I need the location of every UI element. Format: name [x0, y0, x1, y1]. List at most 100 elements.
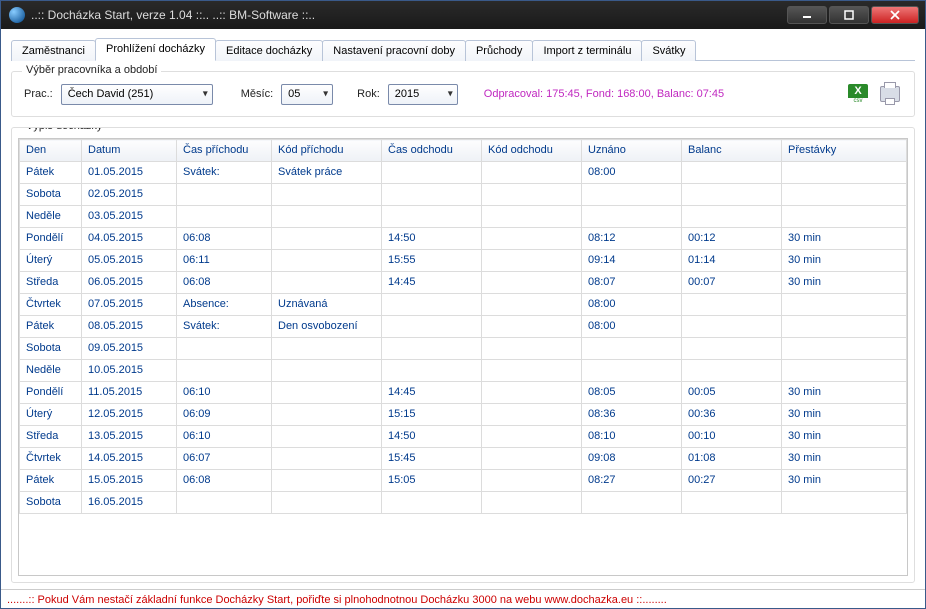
- cell-den: Čtvrtek: [20, 294, 82, 316]
- cell-den: Úterý: [20, 250, 82, 272]
- cell-balanc: [682, 492, 782, 514]
- app-icon: [9, 7, 25, 23]
- col-cas-odchodu[interactable]: Čas odchodu: [382, 140, 482, 162]
- tab-pruchody[interactable]: Průchody: [465, 40, 533, 61]
- table-row[interactable]: Středa13.05.201506:1014:5008:1000:1030 m…: [20, 426, 907, 448]
- cell-uznano: [582, 184, 682, 206]
- cell-cas-odchodu: 15:45: [382, 448, 482, 470]
- cell-kod-odchodu: [482, 360, 582, 382]
- col-prestavky[interactable]: Přestávky: [782, 140, 907, 162]
- table-row[interactable]: Neděle03.05.2015: [20, 206, 907, 228]
- close-button[interactable]: [871, 6, 919, 24]
- table-row[interactable]: Pondělí11.05.201506:1014:4508:0500:0530 …: [20, 382, 907, 404]
- table-row[interactable]: Čtvrtek07.05.2015Absence:Uznávaná08:00: [20, 294, 907, 316]
- col-den[interactable]: Den: [20, 140, 82, 162]
- cell-balanc: [682, 316, 782, 338]
- cell-uznano: 08:00: [582, 294, 682, 316]
- cell-kod-prichodu: [272, 448, 382, 470]
- cell-kod-prichodu: [272, 206, 382, 228]
- col-datum[interactable]: Datum: [82, 140, 177, 162]
- minimize-icon: [802, 10, 812, 20]
- table-row[interactable]: Sobota02.05.2015: [20, 184, 907, 206]
- cell-den: Sobota: [20, 492, 82, 514]
- cell-datum: 05.05.2015: [82, 250, 177, 272]
- col-balanc[interactable]: Balanc: [682, 140, 782, 162]
- print-button[interactable]: [878, 82, 902, 106]
- cell-kod-odchodu: [482, 404, 582, 426]
- year-label: Rok:: [357, 88, 380, 100]
- tab-prohlizeni[interactable]: Prohlížení docházky: [95, 38, 216, 61]
- col-uznano[interactable]: Uznáno: [582, 140, 682, 162]
- table-row[interactable]: Neděle10.05.2015: [20, 360, 907, 382]
- export-csv-button[interactable]: [846, 82, 870, 106]
- cell-cas-odchodu: [382, 162, 482, 184]
- cell-kod-prichodu: [272, 470, 382, 492]
- table-row[interactable]: Úterý12.05.201506:0915:1508:3600:3630 mi…: [20, 404, 907, 426]
- table-row[interactable]: Pátek01.05.2015Svátek:Svátek práce08:00: [20, 162, 907, 184]
- table-row[interactable]: Středa06.05.201506:0814:4508:0700:0730 m…: [20, 272, 907, 294]
- cell-cas-prichodu: 06:09: [177, 404, 272, 426]
- cell-kod-odchodu: [482, 294, 582, 316]
- tab-svatky[interactable]: Svátky: [641, 40, 696, 61]
- client-area: Zaměstnanci Prohlížení docházky Editace …: [1, 29, 925, 589]
- cell-prestavky: 30 min: [782, 228, 907, 250]
- worker-label: Prac.:: [24, 88, 53, 100]
- maximize-button[interactable]: [829, 6, 869, 24]
- cell-cas-odchodu: [382, 206, 482, 228]
- cell-den: Pondělí: [20, 382, 82, 404]
- month-select-value: 05: [288, 88, 300, 100]
- cell-prestavky: 30 min: [782, 382, 907, 404]
- tab-label: Prohlížení docházky: [106, 43, 205, 55]
- cell-cas-prichodu: Svátek:: [177, 316, 272, 338]
- table-header-row: Den Datum Čas příchodu Kód příchodu Čas …: [20, 140, 907, 162]
- cell-balanc: 01:14: [682, 250, 782, 272]
- cell-kod-odchodu: [482, 272, 582, 294]
- cell-balanc: 01:08: [682, 448, 782, 470]
- cell-uznano: 08:10: [582, 426, 682, 448]
- cell-datum: 04.05.2015: [82, 228, 177, 250]
- tab-label: Průchody: [476, 45, 522, 57]
- col-kod-odchodu[interactable]: Kód odchodu: [482, 140, 582, 162]
- cell-kod-prichodu: [272, 404, 382, 426]
- col-kod-prichodu[interactable]: Kód příchodu: [272, 140, 382, 162]
- cell-kod-prichodu: Svátek práce: [272, 162, 382, 184]
- table-wrap: Den Datum Čas příchodu Kód příchodu Čas …: [18, 138, 908, 576]
- titlebar[interactable]: ..:: Docházka Start, verze 1.04 ::.. ..:…: [1, 1, 925, 29]
- cell-cas-odchodu: 15:55: [382, 250, 482, 272]
- cell-cas-odchodu: [382, 338, 482, 360]
- cell-cas-odchodu: 14:50: [382, 426, 482, 448]
- tab-editace[interactable]: Editace docházky: [215, 40, 323, 61]
- year-select[interactable]: 2015: [388, 84, 458, 105]
- cell-cas-prichodu: 06:07: [177, 448, 272, 470]
- table-row[interactable]: Úterý05.05.201506:1115:5509:1401:1430 mi…: [20, 250, 907, 272]
- tab-import[interactable]: Import z terminálu: [532, 40, 642, 61]
- cell-uznano: 08:00: [582, 162, 682, 184]
- minimize-button[interactable]: [787, 6, 827, 24]
- table-row[interactable]: Čtvrtek14.05.201506:0715:4509:0801:0830 …: [20, 448, 907, 470]
- month-select[interactable]: 05: [281, 84, 333, 105]
- cell-kod-odchodu: [482, 492, 582, 514]
- cell-uznano: [582, 206, 682, 228]
- cell-cas-prichodu: 06:08: [177, 228, 272, 250]
- cell-cas-prichodu: [177, 206, 272, 228]
- window-title: ..:: Docházka Start, verze 1.04 ::.. ..:…: [31, 8, 785, 22]
- year-select-value: 2015: [395, 88, 419, 100]
- table-row[interactable]: Pondělí04.05.201506:0814:5008:1200:1230 …: [20, 228, 907, 250]
- table-row[interactable]: Sobota09.05.2015: [20, 338, 907, 360]
- table-row[interactable]: Pátek15.05.201506:0815:0508:2700:2730 mi…: [20, 470, 907, 492]
- table-row[interactable]: Sobota16.05.2015: [20, 492, 907, 514]
- tab-label: Nastavení pracovní doby: [333, 45, 455, 57]
- cell-kod-odchodu: [482, 184, 582, 206]
- worker-select[interactable]: Čech David (251): [61, 84, 213, 105]
- cell-datum: 10.05.2015: [82, 360, 177, 382]
- tab-nastaveni[interactable]: Nastavení pracovní doby: [322, 40, 466, 61]
- list-section: Výpis docházky Den Datum Čas příchodu: [11, 127, 915, 583]
- printer-icon: [880, 86, 900, 102]
- table-scroll[interactable]: Den Datum Čas příchodu Kód příchodu Čas …: [19, 139, 907, 575]
- cell-cas-odchodu: 15:15: [382, 404, 482, 426]
- cell-uznano: 08:36: [582, 404, 682, 426]
- tab-zamestnanci[interactable]: Zaměstnanci: [11, 40, 96, 61]
- table-row[interactable]: Pátek08.05.2015Svátek:Den osvobození08:0…: [20, 316, 907, 338]
- col-cas-prichodu[interactable]: Čas příchodu: [177, 140, 272, 162]
- cell-kod-prichodu: [272, 426, 382, 448]
